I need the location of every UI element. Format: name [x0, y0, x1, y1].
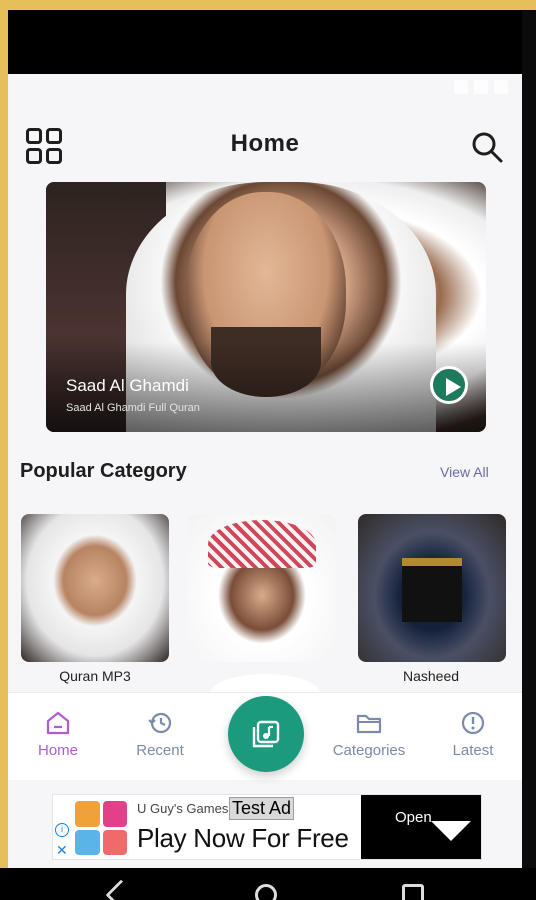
banner-subtitle: Saad Al Ghamdi Full Quran	[66, 402, 200, 414]
card-image-detail	[208, 520, 316, 568]
folder-icon	[356, 714, 382, 734]
nav-home-label: Home	[37, 742, 78, 759]
category-label: Quran MP3	[59, 668, 131, 684]
view-all-link[interactable]: View All	[440, 464, 489, 480]
play-icon	[446, 378, 461, 396]
history-icon	[148, 712, 172, 734]
system-home-icon[interactable]	[255, 884, 277, 900]
featured-banner[interactable]: Saad Al Ghamdi Saad Al Ghamdi Full Quran	[46, 182, 486, 432]
card-image-detail	[402, 558, 462, 622]
signal-icon	[474, 80, 488, 94]
ad-open-label: Open	[395, 809, 432, 826]
ad-advertiser: U Guy's Games	[137, 801, 229, 816]
battery-icon	[494, 80, 508, 94]
device-edge	[522, 10, 536, 870]
nav-latest-label: Latest	[452, 742, 494, 759]
home-icon	[46, 711, 70, 735]
section-title: Popular Category	[20, 460, 187, 482]
nav-latest[interactable]: Latest	[428, 710, 518, 759]
alert-circle-icon	[461, 711, 485, 735]
ad-banner[interactable]: i ✕ U Guy's Games Test Ad Play Now For F…	[52, 794, 482, 860]
category-card-2[interactable]	[188, 514, 336, 662]
nav-categories-label: Categories	[332, 742, 406, 759]
banner-title: Saad Al Ghamdi	[66, 376, 189, 395]
wifi-icon	[454, 80, 468, 94]
ad-app-icons	[75, 801, 127, 855]
music-library-icon	[252, 720, 280, 748]
category-label: Nasheed	[402, 668, 460, 684]
ad-headline: Play Now For Free	[137, 823, 349, 853]
ad-info-icon[interactable]: i	[55, 823, 69, 837]
search-icon[interactable]	[470, 130, 504, 164]
page-title: Home	[230, 130, 300, 157]
app-screen: Home Saad Al Ghamdi Saad Al Ghamdi Full …	[8, 74, 522, 868]
ad-open-button[interactable]: Open	[361, 795, 481, 859]
nav-recent[interactable]: Recent	[115, 710, 205, 759]
ad-corner-shape	[431, 821, 471, 841]
category-card-nasheed[interactable]	[358, 514, 506, 662]
nav-categories[interactable]: Categories	[324, 710, 414, 759]
status-bar-background	[8, 10, 528, 74]
nav-home[interactable]: Home	[13, 710, 103, 759]
play-button[interactable]	[430, 366, 468, 404]
ad-tag: Test Ad	[229, 797, 295, 820]
nav-recent-label: Recent	[136, 742, 184, 759]
center-music-button[interactable]	[228, 696, 304, 772]
ad-close-icon[interactable]: ✕	[56, 842, 68, 859]
system-recents-icon[interactable]	[402, 884, 424, 900]
app-bar: Home	[8, 112, 522, 172]
category-card-quran-mp3[interactable]	[21, 514, 169, 662]
status-icons	[454, 80, 508, 94]
